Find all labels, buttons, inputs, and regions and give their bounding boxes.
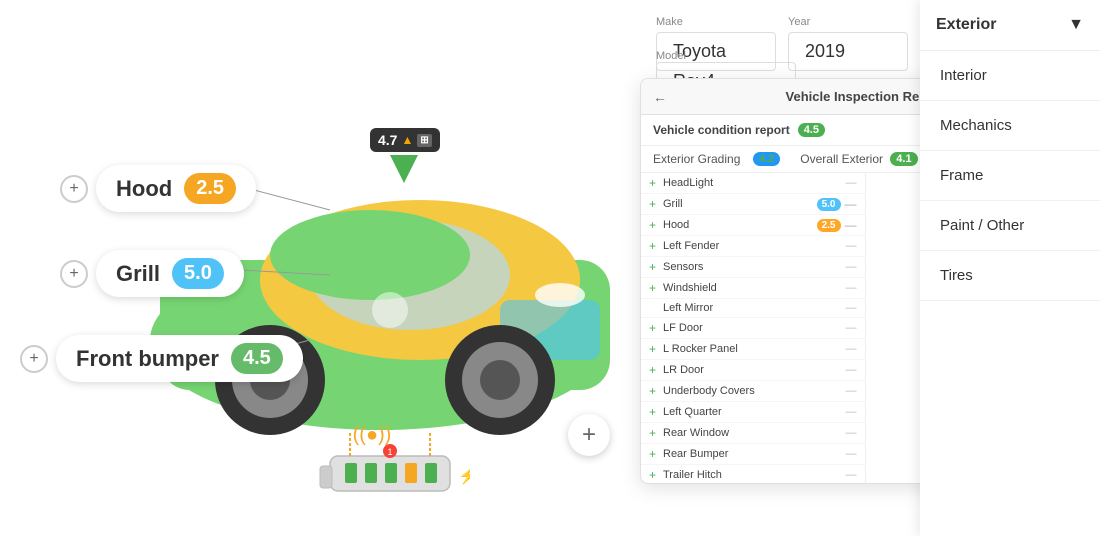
dropdown-item-paint[interactable]: Paint / Other (920, 201, 1100, 251)
part-row: + Sensors — (641, 257, 865, 278)
part-row: + Windshield — (641, 278, 865, 299)
overall-score: 4.1 (890, 152, 917, 166)
part-row: + Left Fender — (641, 236, 865, 257)
part-row: + Trailer Hitch — (641, 465, 865, 483)
part-row: + Hood 2.5 — (641, 215, 865, 236)
dropdown-panel: Exterior ▼ Interior Mechanics Frame Pain… (920, 0, 1100, 536)
left-parts-col: + HeadLight — + Grill 5.0 — + Hood 2.5 — (641, 173, 866, 483)
dropdown-item-interior[interactable]: Interior (920, 51, 1100, 101)
gps-arrow (390, 155, 418, 183)
year-field: Year 2019 (788, 16, 908, 71)
rating-badge: 4.7 ▲ ⊞ (370, 128, 440, 152)
warning-icon: ▲ (401, 133, 413, 147)
bumper-name: Front bumper (76, 346, 219, 372)
rating-value: 4.7 (378, 132, 397, 148)
dropdown-item-tires[interactable]: Tires (920, 251, 1100, 301)
grading-label: Exterior Grading (653, 152, 753, 166)
part-row: + Rear Bumper — (641, 444, 865, 465)
repair-icon: ⊞ (417, 134, 431, 147)
part-row: + Left Quarter — (641, 402, 865, 423)
part-row: + L Rocker Panel — (641, 339, 865, 360)
part-row: Left Mirror — (641, 299, 865, 318)
dropdown-header: Exterior ▼ (920, 16, 1100, 51)
part-row: + LR Door — (641, 360, 865, 381)
bumper-label-text: Front bumper 4.5 (56, 335, 303, 382)
grill-plus-btn[interactable]: + (60, 260, 88, 288)
part-row: + LF Door — (641, 318, 865, 339)
hood-plus-btn[interactable]: + (60, 175, 88, 203)
condition-score: 4.5 (798, 123, 825, 137)
hood-label: + Hood 2.5 (60, 165, 256, 212)
dropdown-selected[interactable]: Exterior (936, 16, 996, 34)
part-row: + Grill 5.0 — (641, 194, 865, 215)
add-button[interactable]: + (568, 414, 610, 456)
grading-score: 4.2 (753, 152, 780, 166)
svg-text:((●)): ((●)) (353, 424, 392, 446)
hood-name: Hood (116, 176, 172, 202)
svg-text:⚡: ⚡ (458, 466, 470, 485)
bumper-label: + Front bumper 4.5 (20, 335, 303, 382)
part-row: + HeadLight — (641, 173, 865, 194)
bumper-score: 4.5 (231, 343, 283, 374)
year-label: Year (788, 16, 908, 28)
hood-label-text: Hood 2.5 (96, 165, 256, 212)
grill-score: 5.0 (172, 258, 224, 289)
condition-label: Vehicle condition report (653, 123, 790, 137)
dropdown-item-frame[interactable]: Frame (920, 151, 1100, 201)
bumper-plus-btn[interactable]: + (20, 345, 48, 373)
svg-text:1: 1 (387, 447, 392, 457)
make-label: Make (656, 16, 776, 28)
dropdown-item-mechanics[interactable]: Mechanics (920, 101, 1100, 151)
car-area: 4.7 ▲ ⊞ (0, 0, 660, 536)
model-label: Model (656, 50, 796, 62)
grill-label-text: Grill 5.0 (96, 250, 244, 297)
obd-device: ((●)) ⚡ 1 (310, 421, 470, 516)
hood-score: 2.5 (184, 173, 236, 204)
overall-label: Overall Exterior (800, 152, 890, 166)
grill-label: + Grill 5.0 (60, 250, 244, 297)
part-row: + Rear Window — (641, 423, 865, 444)
chevron-down-icon[interactable]: ▼ (1068, 16, 1084, 34)
year-value[interactable]: 2019 (788, 32, 908, 71)
part-row: + Underbody Covers — (641, 381, 865, 402)
grill-name: Grill (116, 261, 160, 287)
